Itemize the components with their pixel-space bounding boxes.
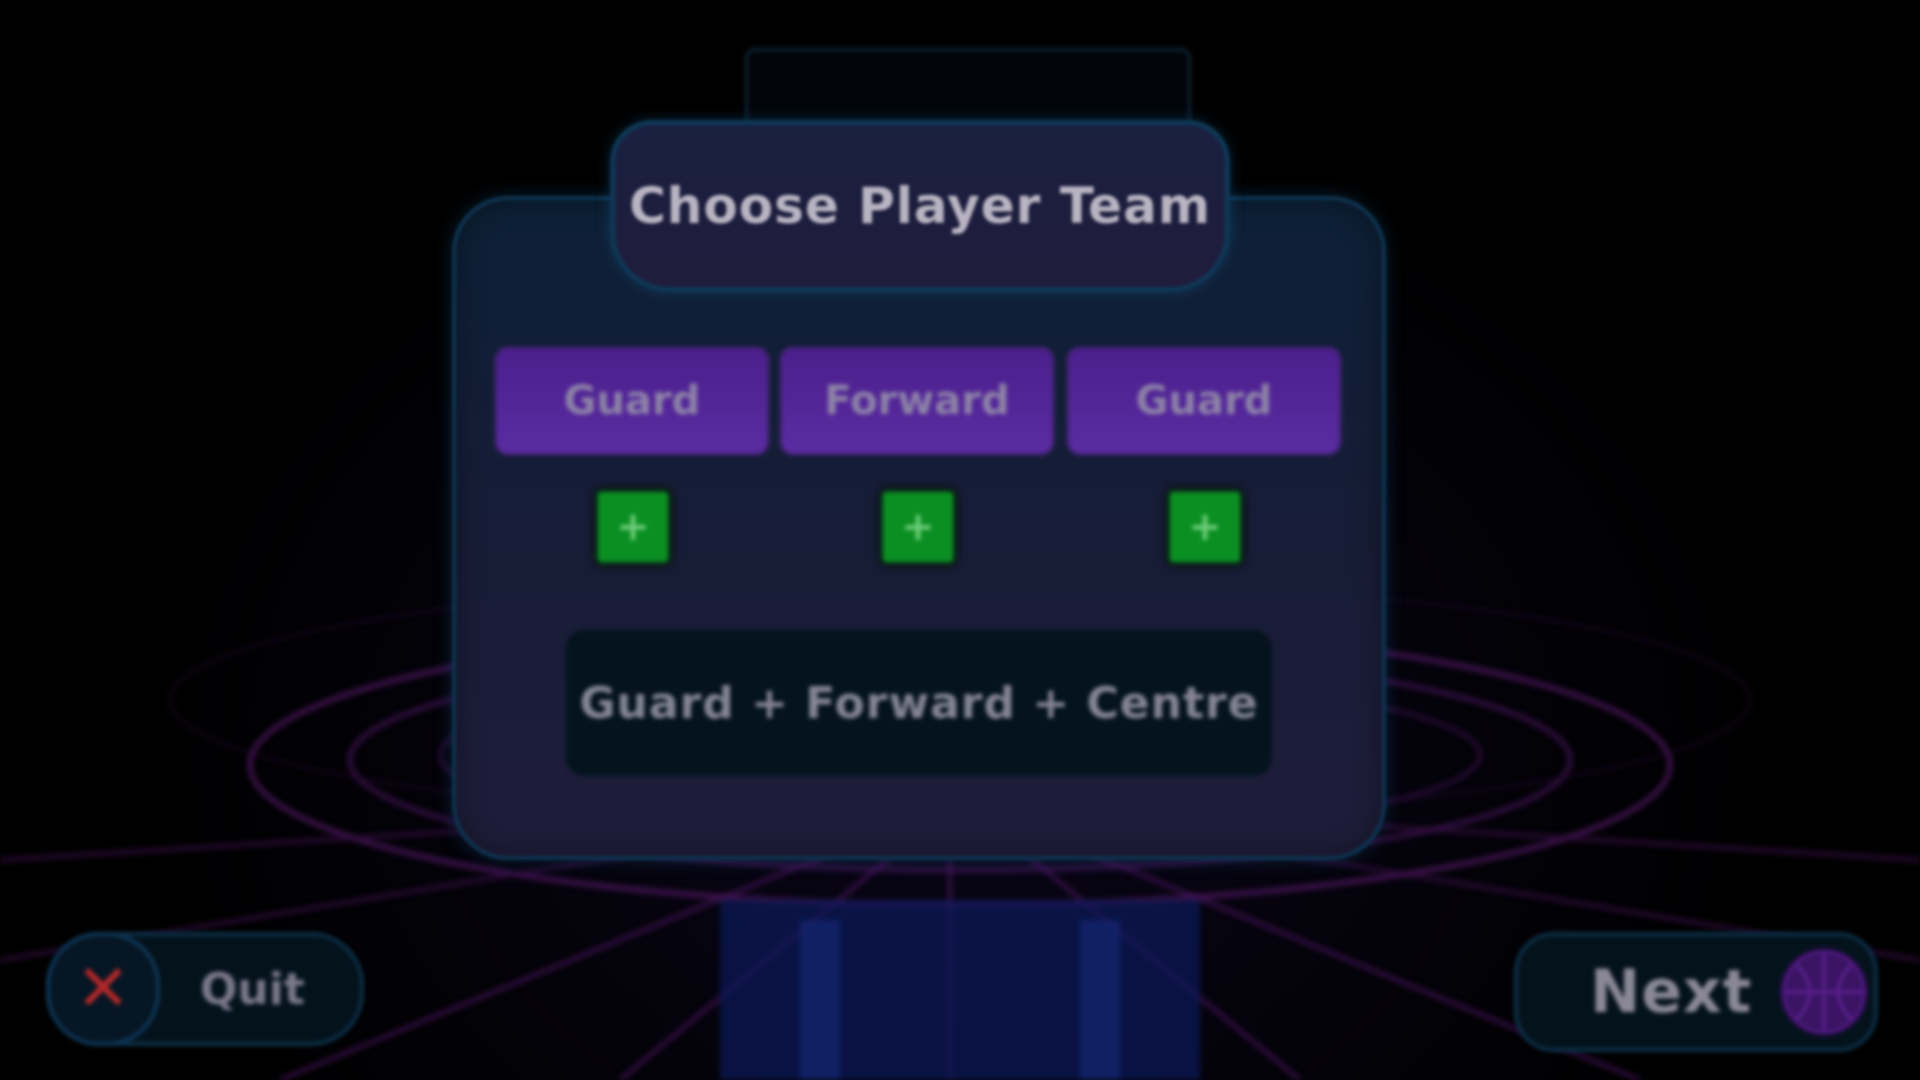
next-label: Next (1590, 957, 1753, 1027)
add-player-3-button[interactable]: + (1166, 488, 1244, 566)
role-slot-2-button[interactable]: Forward (779, 346, 1055, 456)
quit-label: Quit (200, 963, 305, 1015)
add-player-1-button[interactable]: + (594, 488, 672, 566)
add-player-2-button[interactable]: + (879, 488, 957, 566)
title-tab: Choose Player Team (610, 120, 1230, 292)
plus-icon: + (616, 504, 650, 550)
team-combo-display: Guard + Forward + Centre (566, 630, 1272, 776)
game-screen: Choose Player Team Guard Forward Guard +… (0, 0, 1920, 1080)
basketball-icon (1780, 948, 1868, 1036)
next-button[interactable]: Next (1514, 932, 1878, 1052)
role-slot-3-button[interactable]: Guard (1066, 346, 1342, 456)
plus-icon: + (1188, 504, 1222, 550)
page-title: Choose Player Team (629, 177, 1211, 235)
role-slot-1-button[interactable]: Guard (494, 346, 770, 456)
plus-icon: + (901, 504, 935, 550)
x-icon: ✕ (46, 932, 160, 1046)
quit-button[interactable]: ✕ Quit (46, 932, 364, 1046)
